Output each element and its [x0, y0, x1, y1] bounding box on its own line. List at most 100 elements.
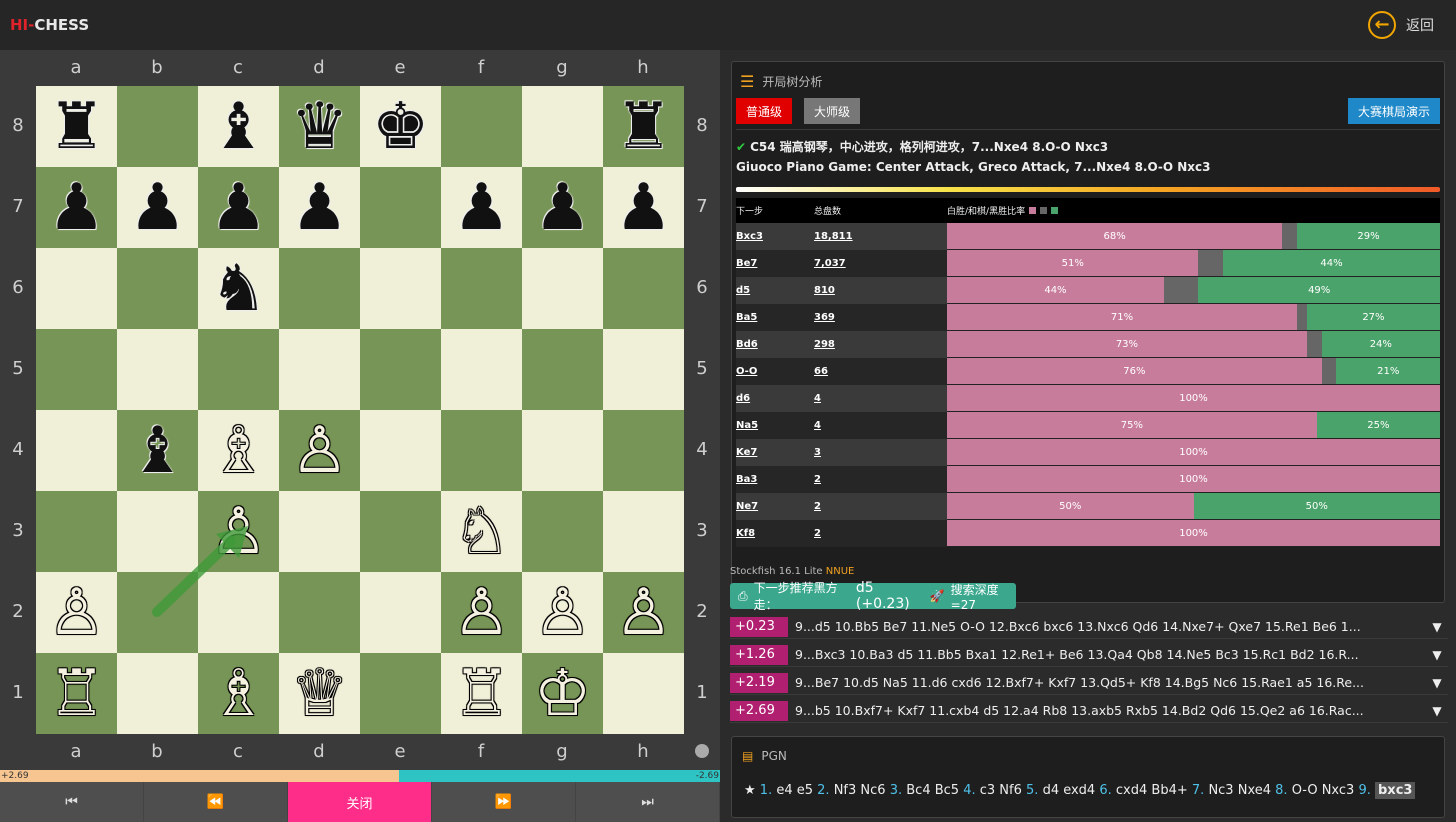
move-link[interactable]: Ne7 [736, 493, 814, 520]
square-h6[interactable] [603, 248, 684, 329]
pgn-move[interactable]: e4 e5 [776, 783, 813, 798]
square-a4[interactable] [36, 410, 117, 491]
square-g1[interactable]: ♔ [522, 653, 603, 734]
white-piece-a1[interactable]: ♖ [48, 662, 105, 726]
square-f5[interactable] [441, 329, 522, 410]
engine-line[interactable]: +2.19 9...Be7 10.d5 Na5 11.d6 cxd6 12.Bxf… [730, 671, 1448, 695]
game-count-link[interactable]: 3 [814, 439, 947, 466]
move-link[interactable]: Bd6 [736, 331, 814, 358]
close-button[interactable]: 关闭 [288, 782, 432, 822]
square-b3[interactable] [117, 491, 198, 572]
white-piece-h2[interactable]: ♙ [615, 581, 672, 645]
square-e2[interactable] [360, 572, 441, 653]
move-link[interactable]: O-O [736, 358, 814, 385]
line-moves[interactable]: 9...Be7 10.d5 Na5 11.d6 cxd6 12.Bxf7+ Kx… [795, 675, 1426, 690]
square-h1[interactable] [603, 653, 684, 734]
game-count-link[interactable]: 2 [814, 466, 947, 493]
table-row[interactable]: O-O 66 76% 21% [736, 358, 1440, 385]
table-row[interactable]: Kf8 2 100% [736, 520, 1440, 547]
pgn-move[interactable]: cxd4 Bb4+ [1116, 783, 1188, 798]
square-h4[interactable] [603, 410, 684, 491]
white-piece-g1[interactable]: ♔ [534, 662, 591, 726]
square-e8[interactable]: ♚ [360, 86, 441, 167]
level-master-button[interactable]: 大师级 [804, 98, 861, 124]
square-c6[interactable]: ♞ [198, 248, 279, 329]
square-e1[interactable] [360, 653, 441, 734]
pgn-move[interactable]: Nf3 Nc6 [834, 783, 886, 798]
black-piece-f7[interactable]: ♟ [453, 176, 510, 240]
first-move-button[interactable]: ⏮ [0, 782, 144, 822]
square-e6[interactable] [360, 248, 441, 329]
black-piece-c8[interactable]: ♝ [210, 95, 267, 159]
game-count-link[interactable]: 2 [814, 493, 947, 520]
square-b8[interactable] [117, 86, 198, 167]
square-b4[interactable]: ♝ [117, 410, 198, 491]
chevron-down-icon[interactable]: ▼ [1426, 620, 1448, 634]
square-a3[interactable] [36, 491, 117, 572]
square-d1[interactable]: ♕ [279, 653, 360, 734]
square-g8[interactable] [522, 86, 603, 167]
white-piece-c3[interactable]: ♙ [210, 500, 267, 564]
square-g3[interactable] [522, 491, 603, 572]
game-count-link[interactable]: 2 [814, 520, 947, 547]
pgn-move[interactable]: d4 exd4 [1043, 783, 1096, 798]
square-d5[interactable] [279, 329, 360, 410]
logo[interactable]: HI-CHESS [10, 16, 89, 34]
square-a8[interactable]: ♜ [36, 86, 117, 167]
move-link[interactable]: Kf8 [736, 520, 814, 547]
game-count-link[interactable]: 66 [814, 358, 947, 385]
square-f7[interactable]: ♟ [441, 167, 522, 248]
game-count-link[interactable]: 298 [814, 331, 947, 358]
line-moves[interactable]: 9...Bxc3 10.Ba3 d5 11.Bb5 Bxa1 12.Re1+ B… [795, 647, 1426, 662]
square-h2[interactable]: ♙ [603, 572, 684, 653]
move-link[interactable]: Ba3 [736, 466, 814, 493]
square-a7[interactable]: ♟ [36, 167, 117, 248]
white-piece-g2[interactable]: ♙ [534, 581, 591, 645]
engine-recommendation[interactable]: ⎙ 下一步推荐黑方走： d5 (+0.23) 🚀 搜索深度=27 [730, 580, 1016, 612]
square-c2[interactable] [198, 572, 279, 653]
table-row[interactable]: Ne7 2 50% 50% [736, 493, 1440, 520]
square-h7[interactable]: ♟ [603, 167, 684, 248]
last-move-button[interactable]: ⏭ [576, 782, 720, 822]
black-piece-a7[interactable]: ♟ [48, 176, 105, 240]
square-c4[interactable]: ♗ [198, 410, 279, 491]
square-f3[interactable]: ♘ [441, 491, 522, 572]
square-b5[interactable] [117, 329, 198, 410]
table-row[interactable]: Bd6 298 73% 24% [736, 331, 1440, 358]
white-piece-f2[interactable]: ♙ [453, 581, 510, 645]
white-piece-a2[interactable]: ♙ [48, 581, 105, 645]
square-a2[interactable]: ♙ [36, 572, 117, 653]
square-b6[interactable] [117, 248, 198, 329]
square-d3[interactable] [279, 491, 360, 572]
white-piece-d1[interactable]: ♕ [291, 662, 348, 726]
table-row[interactable]: Be7 7,037 51% 44% [736, 250, 1440, 277]
square-a1[interactable]: ♖ [36, 653, 117, 734]
square-f6[interactable] [441, 248, 522, 329]
black-piece-b4[interactable]: ♝ [129, 419, 186, 483]
game-count-link[interactable]: 369 [814, 304, 947, 331]
engine-line[interactable]: +1.26 9...Bxc3 10.Ba3 d5 11.Bb5 Bxa1 12.R… [730, 643, 1448, 667]
game-count-link[interactable]: 7,037 [814, 250, 947, 277]
square-d6[interactable] [279, 248, 360, 329]
square-e4[interactable] [360, 410, 441, 491]
black-piece-d7[interactable]: ♟ [291, 176, 348, 240]
pgn-move[interactable]: O-O Nxc3 [1292, 783, 1355, 798]
table-row[interactable]: Na5 4 75% 25% [736, 412, 1440, 439]
table-row[interactable]: Ba5 369 71% 27% [736, 304, 1440, 331]
move-link[interactable]: d5 [736, 277, 814, 304]
square-g6[interactable] [522, 248, 603, 329]
chevron-down-icon[interactable]: ▼ [1426, 704, 1448, 718]
level-normal-button[interactable]: 普通级 [736, 98, 793, 124]
pgn-current-move[interactable]: bxc3 [1375, 782, 1416, 799]
square-f1[interactable]: ♖ [441, 653, 522, 734]
white-piece-f3[interactable]: ♘ [453, 500, 510, 564]
square-b2[interactable] [117, 572, 198, 653]
tournament-demo-button[interactable]: 大赛棋局演示 [1347, 98, 1440, 124]
white-piece-d4[interactable]: ♙ [291, 419, 348, 483]
square-g4[interactable] [522, 410, 603, 491]
square-g7[interactable]: ♟ [522, 167, 603, 248]
square-d8[interactable]: ♛ [279, 86, 360, 167]
table-row[interactable]: Ba3 2 100% [736, 466, 1440, 493]
next-move-button[interactable]: ⏩ [432, 782, 576, 822]
square-c1[interactable]: ♗ [198, 653, 279, 734]
